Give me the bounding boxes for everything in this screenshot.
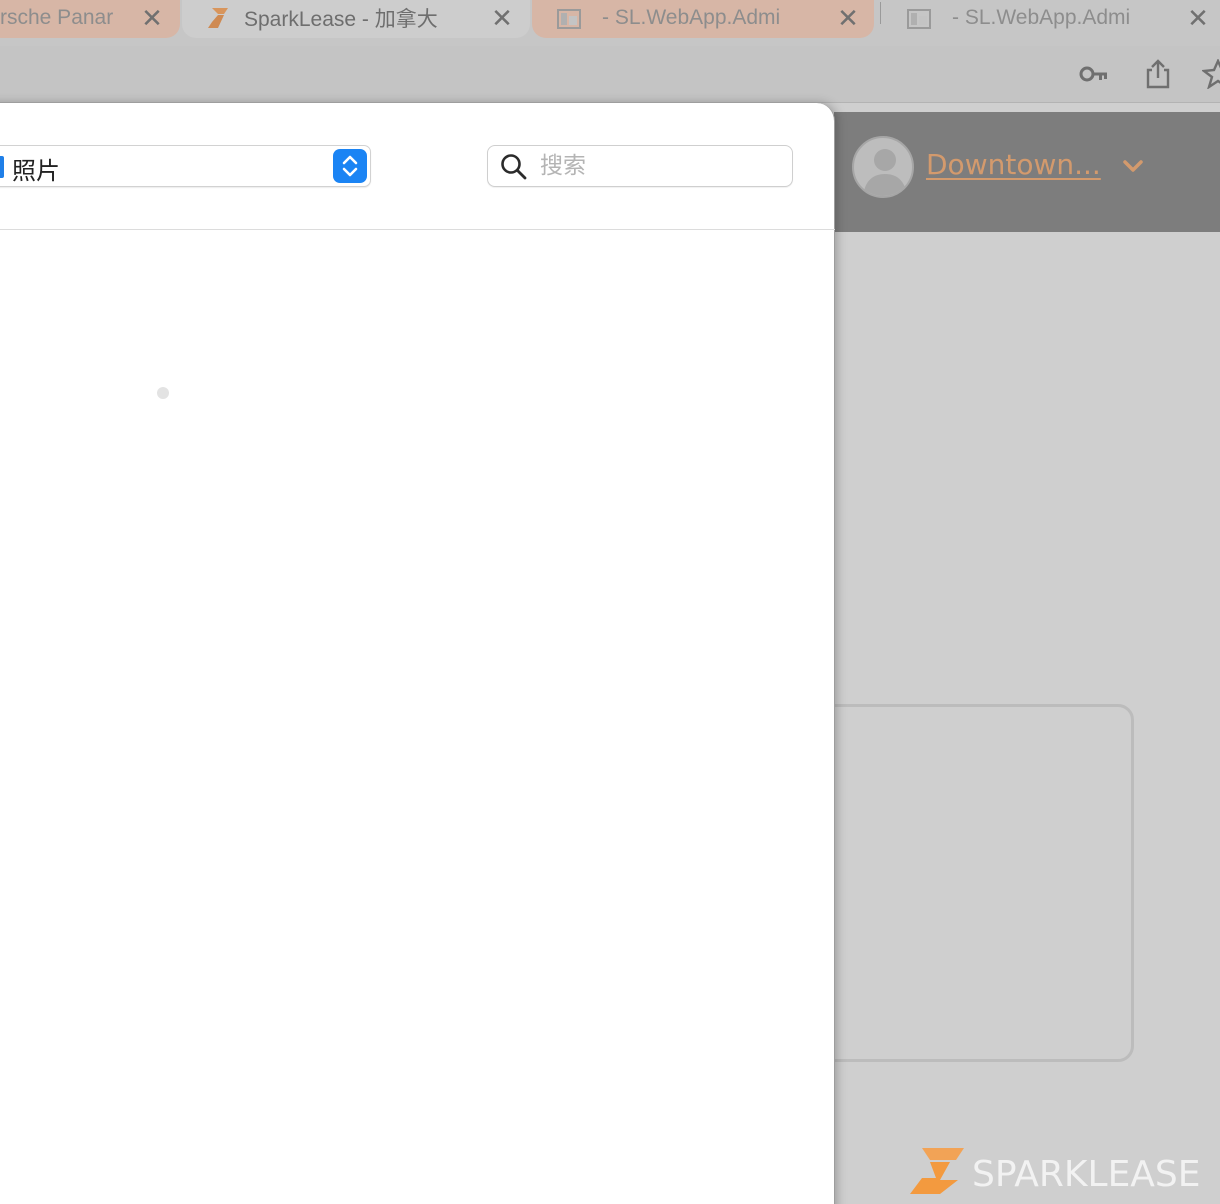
search-input[interactable] xyxy=(540,150,780,182)
share-icon[interactable] xyxy=(1142,58,1174,90)
close-icon[interactable]: ✕ xyxy=(1184,4,1212,32)
chevron-down-icon[interactable] xyxy=(1122,158,1144,174)
browser-tab-active[interactable]: SparkLease - 加拿大 ✕ xyxy=(182,0,530,38)
media-source-label: 照片 xyxy=(12,157,60,185)
content-card xyxy=(800,704,1134,1062)
document-favicon-icon xyxy=(557,9,581,29)
tab-title: rsche Panar xyxy=(0,6,114,29)
browser-toolbar xyxy=(0,46,1220,103)
photo-picker-panel xyxy=(0,103,835,1204)
location-selector-link[interactable]: Downtown... xyxy=(926,148,1101,181)
bookmark-star-icon[interactable] xyxy=(1202,58,1220,90)
tab-title: SparkLease - 加拿大 xyxy=(244,8,438,31)
tab-separator xyxy=(880,2,881,24)
panel-divider xyxy=(0,229,835,230)
browser-tab[interactable]: rsche Panar ✕ xyxy=(0,0,180,38)
document-favicon-icon xyxy=(907,9,931,29)
key-icon[interactable] xyxy=(1078,58,1110,90)
chevron-up-down-icon xyxy=(342,155,358,177)
avatar[interactable] xyxy=(852,136,914,198)
close-icon[interactable]: ✕ xyxy=(138,4,166,32)
close-icon[interactable]: ✕ xyxy=(834,4,862,32)
browser-tab[interactable]: - SL.WebApp.Admi ✕ xyxy=(532,0,874,38)
close-icon[interactable]: ✕ xyxy=(488,4,516,32)
browser-tab-strip: rsche Panar ✕ SparkLease - 加拿大 ✕ - SL.We… xyxy=(0,0,1220,46)
browser-tab[interactable]: - SL.WebApp.Admi ✕ xyxy=(884,0,1220,38)
tab-title: - SL.WebApp.Admi xyxy=(952,6,1131,29)
loading-indicator xyxy=(157,387,169,399)
search-icon xyxy=(501,154,527,180)
sparklease-favicon-icon xyxy=(208,8,228,28)
photos-library-icon xyxy=(0,156,4,178)
brand-name: SPARKLEASE xyxy=(972,1154,1201,1195)
sparklease-logo-icon xyxy=(910,1148,964,1194)
source-select-stepper[interactable] xyxy=(333,149,367,183)
tab-title: - SL.WebApp.Admi xyxy=(602,6,781,29)
